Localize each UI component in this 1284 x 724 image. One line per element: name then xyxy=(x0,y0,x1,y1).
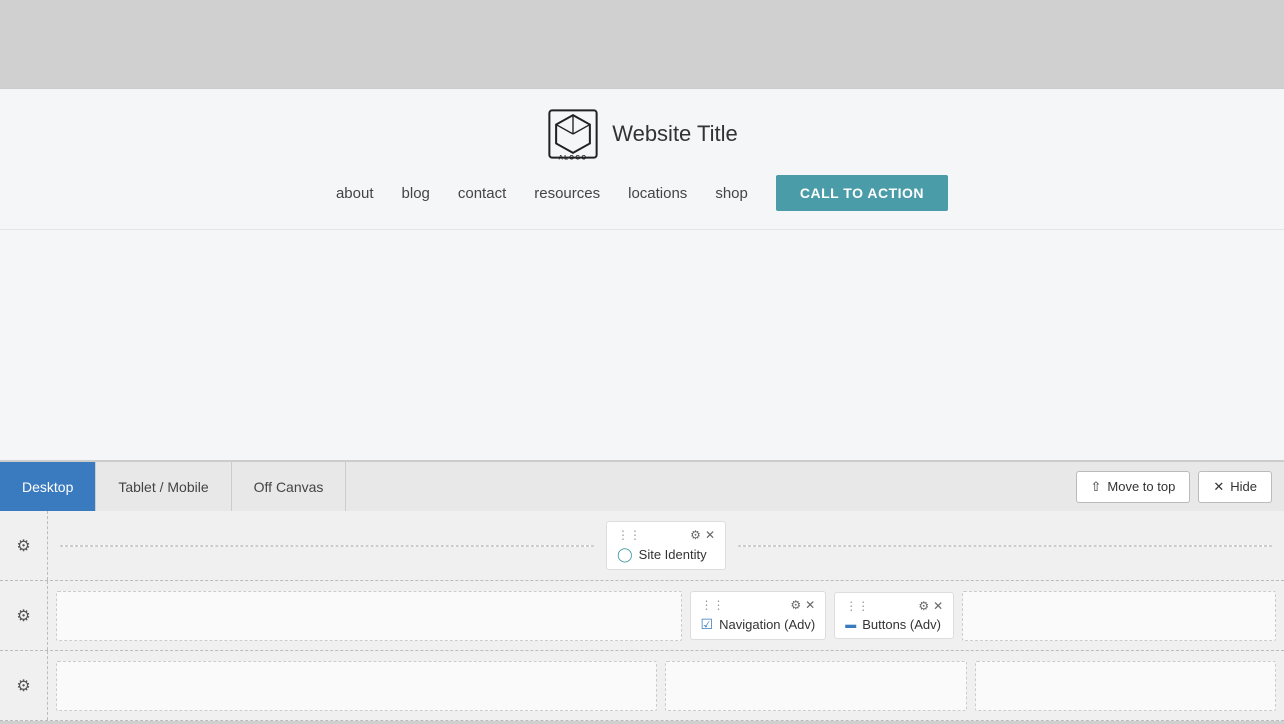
tab-off-canvas[interactable]: Off Canvas xyxy=(232,462,347,511)
widget-controls: ⚙ ✕ xyxy=(918,599,943,613)
site-identity-widget: ⋮⋮ ⚙ ✕ ◯ Site Identity xyxy=(606,521,726,570)
site-branding: ALOGO Website Title xyxy=(546,107,738,161)
widget-header: ⋮⋮ ⚙ ✕ xyxy=(701,598,816,612)
table-row: ⚙ xyxy=(0,651,1284,721)
buttons-icon: ▬ xyxy=(845,619,856,631)
row3-left-empty xyxy=(56,661,657,711)
table-row: ⚙ ⋮⋮ ⚙ ✕ ◯ Site Identity xyxy=(0,511,1284,581)
row3-content xyxy=(48,651,1284,720)
drag-handle-icon[interactable]: ⋮⋮ xyxy=(617,528,641,542)
hide-button[interactable]: ✕ Hide xyxy=(1198,471,1272,503)
row1-gear-button[interactable]: ⚙ xyxy=(16,536,30,556)
drag-handle-icon[interactable]: ⋮⋮ xyxy=(845,599,869,613)
tab-tablet-mobile[interactable]: Tablet / Mobile xyxy=(96,462,231,511)
widget-close-icon[interactable]: ✕ xyxy=(705,528,715,542)
table-row: ⚙ ⋮⋮ ⚙ ✕ ☑ Navigation (Adv) xyxy=(0,581,1284,651)
widget-label: ▬ Buttons (Adv) xyxy=(845,617,943,632)
builder-rows: ⚙ ⋮⋮ ⚙ ✕ ◯ Site Identity xyxy=(0,511,1284,721)
toolbar-actions: ⇧ Move to top ✕ Hide xyxy=(1076,471,1284,503)
builder-toolbar: Desktop Tablet / Mobile Off Canvas ⇧ Mov… xyxy=(0,461,1284,511)
row2-left-empty xyxy=(56,591,682,641)
widget-controls: ⚙ ✕ xyxy=(790,598,815,612)
nav-blog[interactable]: blog xyxy=(402,185,430,202)
site-logo: ALOGO xyxy=(546,107,600,161)
row3-settings: ⚙ xyxy=(0,651,48,720)
widget-gear-icon[interactable]: ⚙ xyxy=(918,599,929,613)
widget-gear-icon[interactable]: ⚙ xyxy=(690,528,701,542)
hide-label: Hide xyxy=(1230,479,1257,494)
drag-handle-icon[interactable]: ⋮⋮ xyxy=(701,598,725,612)
widget-controls: ⚙ ✕ xyxy=(690,528,715,542)
row2-content: ⋮⋮ ⚙ ✕ ☑ Navigation (Adv) ⋮⋮ ⚙ ✕ xyxy=(48,581,1284,650)
buttons-adv-label: Buttons (Adv) xyxy=(862,617,941,632)
site-title: Website Title xyxy=(612,121,738,147)
preview-content xyxy=(0,230,1284,460)
widget-label: ☑ Navigation (Adv) xyxy=(701,616,816,633)
row2-gear-button[interactable]: ⚙ xyxy=(16,606,30,626)
navigation-icon: ☑ xyxy=(701,616,714,633)
row1-left-empty xyxy=(60,545,594,547)
widget-close-icon[interactable]: ✕ xyxy=(805,598,815,612)
row1-right-empty xyxy=(738,545,1272,547)
nav-shop[interactable]: shop xyxy=(715,185,748,202)
close-icon: ✕ xyxy=(1213,479,1224,495)
widget-close-icon[interactable]: ✕ xyxy=(933,599,943,613)
row3-right-empty xyxy=(975,661,1277,711)
tabs-container: Desktop Tablet / Mobile Off Canvas xyxy=(0,462,346,511)
site-identity-icon: ◯ xyxy=(617,546,633,563)
move-to-top-button[interactable]: ⇧ Move to top xyxy=(1076,471,1191,503)
nav-about[interactable]: about xyxy=(336,185,374,202)
navigation-adv-widget: ⋮⋮ ⚙ ✕ ☑ Navigation (Adv) xyxy=(690,591,827,640)
svg-text:ALOGO: ALOGO xyxy=(559,156,588,161)
row3-gear-button[interactable]: ⚙ xyxy=(16,676,30,696)
nav-contact[interactable]: contact xyxy=(458,185,506,202)
cta-button[interactable]: CALL TO ACTION xyxy=(776,175,948,211)
widget-header: ⋮⋮ ⚙ ✕ xyxy=(617,528,715,542)
buttons-adv-widget: ⋮⋮ ⚙ ✕ ▬ Buttons (Adv) xyxy=(834,592,954,639)
site-header: ALOGO Website Title about blog contact r… xyxy=(0,89,1284,230)
navigation-adv-label: Navigation (Adv) xyxy=(719,617,815,632)
widget-header: ⋮⋮ ⚙ ✕ xyxy=(845,599,943,613)
nav-resources[interactable]: resources xyxy=(534,185,600,202)
nav-locations[interactable]: locations xyxy=(628,185,687,202)
widget-label: ◯ Site Identity xyxy=(617,546,715,563)
row2-settings: ⚙ xyxy=(0,581,48,650)
top-gray-area xyxy=(0,0,1284,88)
row2-right-empty xyxy=(962,591,1276,641)
row3-center-empty xyxy=(665,661,967,711)
site-identity-label: Site Identity xyxy=(639,547,707,562)
chevron-up-icon: ⇧ xyxy=(1091,479,1102,495)
site-navigation: about blog contact resources locations s… xyxy=(336,175,948,211)
preview-area: ALOGO Website Title about blog contact r… xyxy=(0,88,1284,461)
move-to-top-label: Move to top xyxy=(1107,479,1175,494)
widget-gear-icon[interactable]: ⚙ xyxy=(790,598,801,612)
row1-settings: ⚙ xyxy=(0,511,48,580)
tab-desktop[interactable]: Desktop xyxy=(0,462,96,511)
